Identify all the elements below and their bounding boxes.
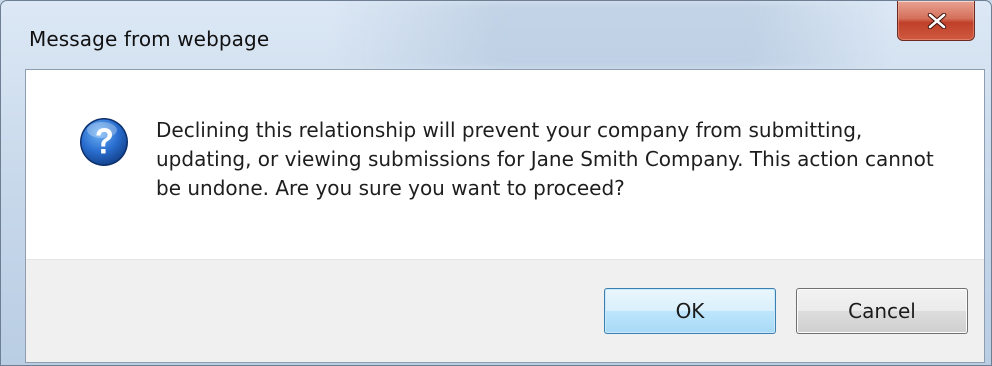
title-bar[interactable]: Message from webpage xyxy=(1,1,991,67)
window-title: Message from webpage xyxy=(29,27,270,51)
ok-button[interactable]: OK xyxy=(604,288,776,334)
dialog-message: Declining this relationship will prevent… xyxy=(156,118,934,200)
cancel-button[interactable]: Cancel xyxy=(796,288,968,334)
close-button[interactable] xyxy=(897,1,975,41)
question-icon xyxy=(78,116,130,168)
close-icon xyxy=(927,13,947,29)
dialog-client-area: Declining this relationship will prevent… xyxy=(25,69,985,363)
message-dialog-window: Message from webpage Declining this rela… xyxy=(0,0,992,366)
button-bar: OK Cancel xyxy=(26,259,984,362)
